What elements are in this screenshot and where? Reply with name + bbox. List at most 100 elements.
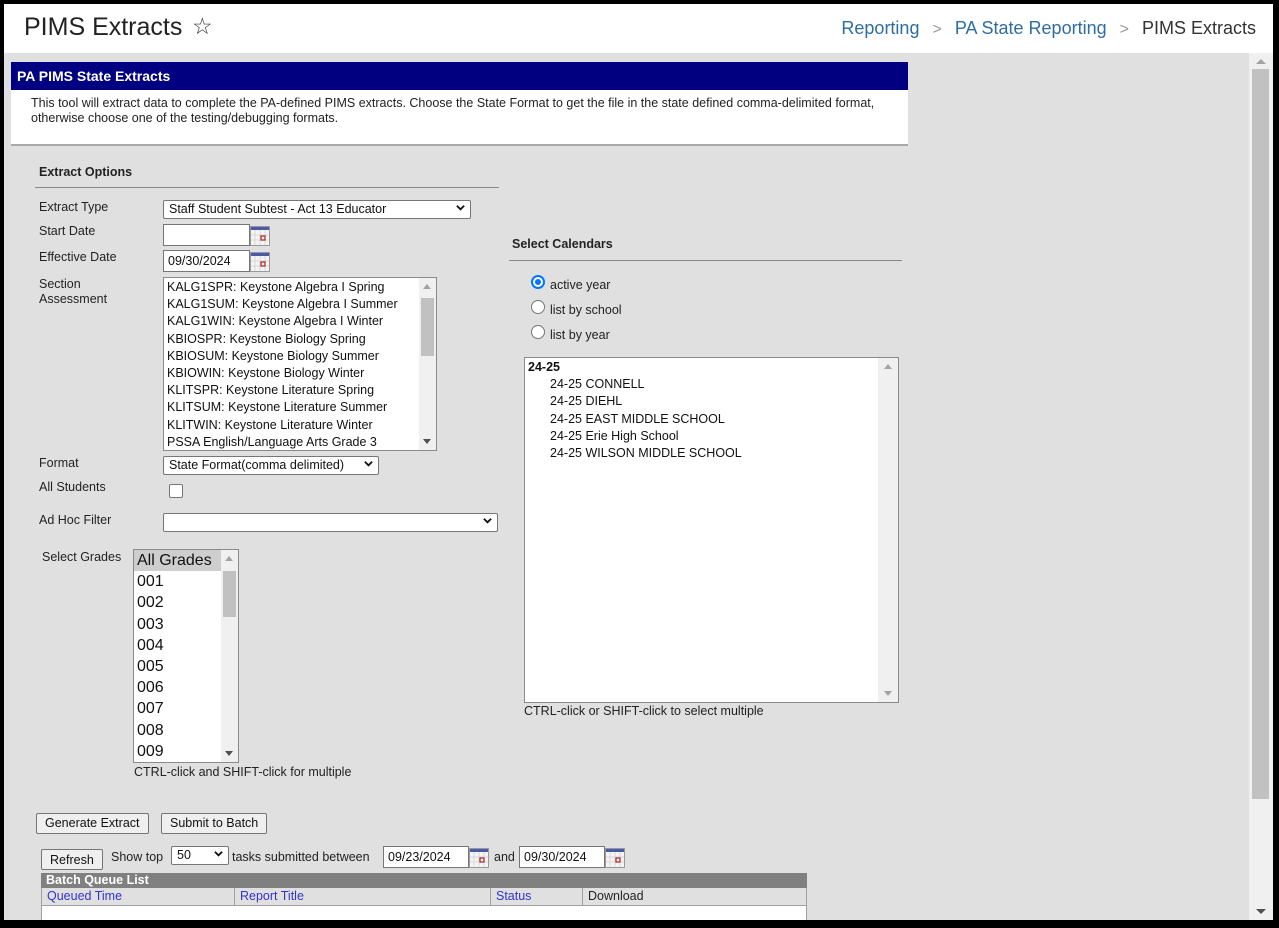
section-assessment-label: Section Assessment xyxy=(39,277,107,307)
scrollbar-thumb[interactable] xyxy=(1252,69,1269,799)
chevron-down-icon xyxy=(483,518,492,524)
submit-to-batch-button[interactable]: Submit to Batch xyxy=(161,813,268,834)
list-item[interactable]: KBIOSUM: Keystone Biology Summer xyxy=(167,348,433,365)
extract-type-value: Staff Student Subtest - Act 13 Educator xyxy=(169,202,387,216)
section-assessment-listbox[interactable]: KALG1SPR: Keystone Algebra I Spring KALG… xyxy=(163,277,437,451)
list-by-year-radio[interactable] xyxy=(531,325,545,339)
calendar-icon[interactable] xyxy=(605,848,625,868)
select-calendars-title: Select Calendars xyxy=(512,237,613,251)
start-date-label: Start Date xyxy=(39,224,96,238)
active-year-radio[interactable] xyxy=(531,275,545,289)
refresh-button[interactable]: Refresh xyxy=(41,849,103,870)
chevron-down-icon xyxy=(456,205,465,211)
star-icon[interactable]: ☆ xyxy=(192,13,213,40)
list-item[interactable]: KALG1SPR: Keystone Algebra I Spring xyxy=(167,279,433,296)
batch-queue-header: Queued Time Report Title Status Download xyxy=(41,888,807,906)
format-label: Format xyxy=(39,456,79,470)
scrollbar[interactable] xyxy=(419,278,436,450)
all-students-checkbox[interactable] xyxy=(169,484,183,498)
between-label: tasks submitted between xyxy=(232,850,370,864)
app-window: PIMS Extracts ☆ Reporting > PA State Rep… xyxy=(4,4,1273,920)
breadcrumb-pa-state-reporting[interactable]: PA State Reporting xyxy=(955,18,1107,39)
show-top-value: 50 xyxy=(177,848,191,862)
column-queued-time[interactable]: Queued Time xyxy=(42,888,235,905)
calendar-item[interactable]: 24-25 Erie High School xyxy=(525,428,898,445)
column-report-title[interactable]: Report Title xyxy=(235,888,491,905)
scroll-down-arrow-icon[interactable] xyxy=(423,439,431,444)
content-area: PA PIMS State Extracts This tool will ex… xyxy=(4,53,1249,920)
breadcrumb: Reporting > PA State Reporting > PIMS Ex… xyxy=(841,18,1256,39)
list-by-school-label: list by school xyxy=(550,303,622,317)
all-students-label: All Students xyxy=(39,480,106,494)
effective-date-input[interactable] xyxy=(163,250,250,272)
ad-hoc-filter-select[interactable] xyxy=(163,513,498,532)
scroll-down-arrow-icon[interactable] xyxy=(225,751,233,756)
list-item[interactable]: KBIOWIN: Keystone Biology Winter xyxy=(167,365,433,382)
and-label: and xyxy=(494,850,515,864)
start-date-input[interactable] xyxy=(163,224,250,246)
scroll-up-arrow-icon[interactable] xyxy=(1256,59,1266,64)
list-item[interactable]: KLITWIN: Keystone Literature Winter xyxy=(167,417,433,434)
section-assessment-label-line1: Section xyxy=(39,277,81,291)
scroll-down-arrow-icon[interactable] xyxy=(1256,909,1266,914)
active-year-label: active year xyxy=(550,278,611,292)
scroll-up-arrow-icon[interactable] xyxy=(423,284,431,289)
show-top-select[interactable]: 50 xyxy=(171,846,229,865)
calendar-group: 24-25 xyxy=(528,360,560,374)
calendar-icon[interactable] xyxy=(469,848,489,868)
ad-hoc-filter-label: Ad Hoc Filter xyxy=(39,513,112,527)
list-by-school-radio[interactable] xyxy=(531,300,545,314)
extract-type-select[interactable]: Staff Student Subtest - Act 13 Educator xyxy=(163,200,471,219)
calendar-icon[interactable] xyxy=(250,252,270,272)
scrollbar-thumb[interactable] xyxy=(223,571,236,617)
calendars-hint: CTRL-click or SHIFT-click to select mult… xyxy=(524,704,764,718)
list-item[interactable]: KALG1WIN: Keystone Algebra I Winter xyxy=(167,313,433,330)
scroll-up-arrow-icon[interactable] xyxy=(225,556,233,561)
grades-hint: CTRL-click and SHIFT-click for multiple xyxy=(134,765,352,779)
page-scrollbar[interactable] xyxy=(1249,53,1273,920)
calendar-item[interactable]: 24-25 EAST MIDDLE SCHOOL xyxy=(525,411,898,428)
generate-extract-button[interactable]: Generate Extract xyxy=(36,813,149,834)
scrollbar[interactable] xyxy=(878,358,898,702)
page-title: PIMS Extracts xyxy=(24,13,183,41)
calendar-item[interactable]: 24-25 DIEHL xyxy=(525,393,898,410)
panel-title: PA PIMS State Extracts xyxy=(11,62,908,90)
calendar-item[interactable]: 24-25 CONNELL xyxy=(525,376,898,393)
grades-listbox[interactable]: All Grades 001 002 003 004 005 006 007 0… xyxy=(133,549,239,763)
effective-date-label: Effective Date xyxy=(39,250,117,264)
batch-queue-body xyxy=(41,906,807,920)
batch-queue-title: Batch Queue List xyxy=(41,873,807,888)
to-date-input[interactable] xyxy=(519,846,605,868)
calendar-icon[interactable] xyxy=(250,226,270,246)
batch-queue-list: Batch Queue List Queued Time Report Titl… xyxy=(41,873,807,920)
section-assessment-label-line2: Assessment xyxy=(39,292,108,306)
breadcrumb-current: PIMS Extracts xyxy=(1141,18,1256,38)
list-item[interactable]: KLITSUM: Keystone Literature Summer xyxy=(167,399,433,416)
scrollbar-thumb[interactable] xyxy=(421,298,434,356)
list-item[interactable]: KALG1SUM: Keystone Algebra I Summer xyxy=(167,296,433,313)
column-download: Download xyxy=(588,889,644,903)
scrollbar[interactable] xyxy=(221,550,238,762)
format-select[interactable]: State Format(comma delimited) xyxy=(163,456,379,475)
chevron-right-icon: > xyxy=(932,21,942,38)
scroll-up-arrow-icon[interactable] xyxy=(884,364,892,369)
show-top-label: Show top xyxy=(111,850,164,864)
list-item[interactable]: PSSA English/Language Arts Grade 3 xyxy=(167,434,433,450)
breadcrumb-reporting[interactable]: Reporting xyxy=(841,18,919,39)
format-value: State Format(comma delimited) xyxy=(169,458,345,472)
list-item[interactable]: KBIOSPR: Keystone Biology Spring xyxy=(167,331,433,348)
select-grades-label: Select Grades xyxy=(42,550,122,564)
scroll-down-arrow-icon[interactable] xyxy=(884,691,892,696)
list-by-year-label: list by year xyxy=(550,328,610,342)
from-date-input[interactable] xyxy=(383,846,469,868)
extract-type-label: Extract Type xyxy=(39,200,109,214)
chevron-down-icon xyxy=(364,461,373,467)
panel-description: This tool will extract data to complete … xyxy=(11,90,908,146)
list-item[interactable]: KLITSPR: Keystone Literature Spring xyxy=(167,382,433,399)
chevron-right-icon: > xyxy=(1119,21,1129,38)
calendars-listbox[interactable]: 24-25 24-25 CONNELL 24-25 DIEHL 24-25 EA… xyxy=(524,357,899,703)
calendar-item[interactable]: 24-25 WILSON MIDDLE SCHOOL xyxy=(525,445,898,462)
top-bar: PIMS Extracts ☆ Reporting > PA State Rep… xyxy=(4,4,1273,53)
column-status[interactable]: Status xyxy=(491,888,583,905)
divider xyxy=(509,260,902,261)
